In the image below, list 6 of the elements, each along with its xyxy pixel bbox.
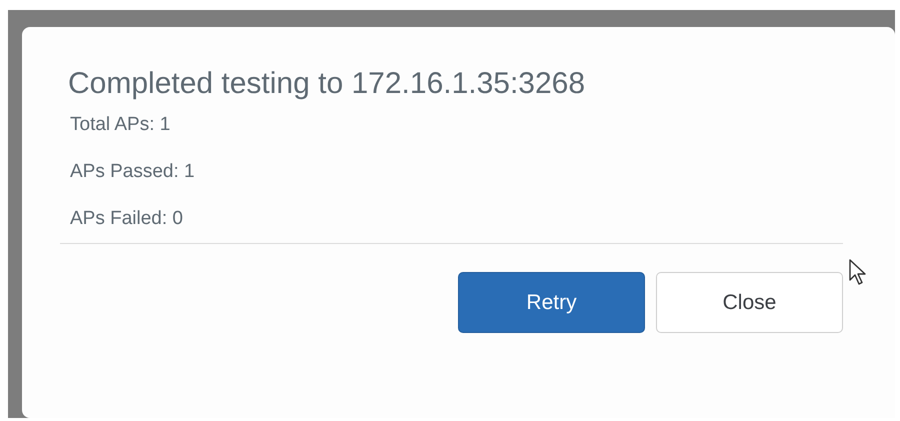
result-text: APs Passed: 1	[70, 162, 196, 184]
result-text: APs Failed: 0	[70, 209, 184, 231]
result-text: Total APs: 1	[70, 115, 172, 137]
close-button[interactable]: Close	[656, 272, 843, 333]
dialog-title: Completed testing to 172.16.1.35:3268	[68, 69, 586, 99]
retry-button[interactable]: Retry	[458, 272, 645, 333]
